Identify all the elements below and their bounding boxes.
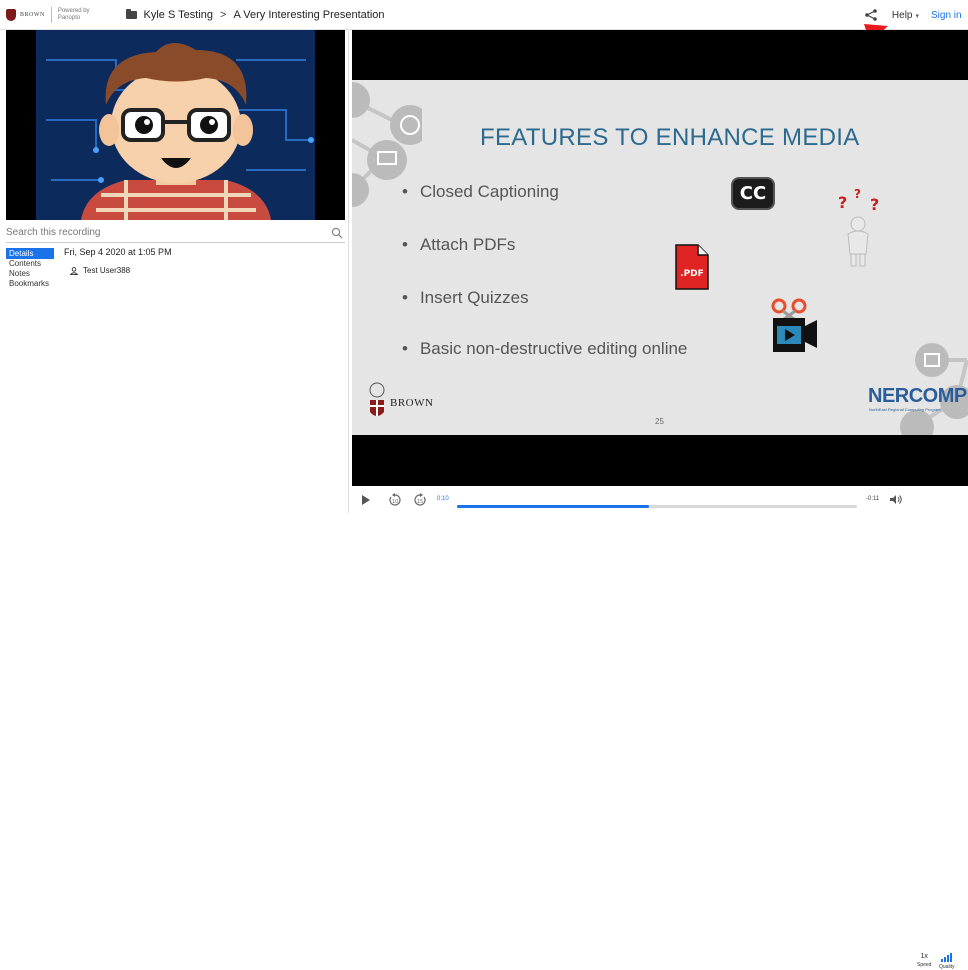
share-icon[interactable]: [864, 8, 878, 22]
powered-by-panopto[interactable]: Powered by Panopto: [58, 8, 90, 22]
play-icon[interactable]: [361, 494, 371, 506]
speed-control[interactable]: 1x Speed: [917, 953, 931, 969]
speed-label: Speed: [917, 962, 932, 968]
quality-control[interactable]: Quality: [939, 953, 955, 970]
slide-page-number: 25: [655, 417, 664, 426]
search-bar: [6, 223, 345, 243]
left-panel: Details Contents Notes Bookmarks Fri, Se…: [0, 30, 349, 513]
closed-caption-icon: CC: [731, 177, 775, 210]
breadcrumb: Kyle S Testing > A Very Interesting Pres…: [125, 8, 385, 21]
question-figure-icon: ? ? ?: [838, 187, 879, 267]
rewind-label: 10: [392, 499, 398, 505]
video-editing-icon: [771, 298, 817, 352]
volume-icon[interactable]: [889, 494, 903, 505]
nercomp-logo: NERCOMP: [868, 385, 967, 407]
webcam-video[interactable]: [6, 30, 345, 220]
slide-video[interactable]: FEATURES TO ENHANCE MEDIA Closed Caption…: [352, 30, 968, 486]
quality-label: Quality: [939, 964, 955, 970]
slide-bullet: Basic non-destructive editing online: [402, 339, 687, 359]
signal-bars-icon: [940, 953, 952, 962]
brown-slide-wordmark: BROWN: [390, 397, 434, 409]
powered-by-label: Powered by: [57, 7, 90, 14]
presentation-player: FEATURES TO ENHANCE MEDIA Closed Caption…: [352, 30, 968, 970]
brown-logo[interactable]: BROWN Powered by Panopto: [6, 6, 90, 23]
network-decoration-right: [900, 343, 968, 435]
svg-text:?: ?: [870, 195, 879, 214]
search-icon[interactable]: [331, 227, 343, 239]
slide: FEATURES TO ENHANCE MEDIA Closed Caption…: [352, 80, 968, 435]
current-time: 0:10: [437, 496, 449, 502]
sidebar-tabs: Details Contents Notes Bookmarks: [6, 248, 54, 289]
pdf-icon: .PDF: [675, 244, 709, 290]
page-title: A Very Interesting Presentation: [233, 8, 385, 21]
user-icon: [70, 266, 78, 275]
rewind-10-icon[interactable]: 10: [388, 493, 402, 507]
network-decoration: [352, 82, 422, 207]
recording-owner: Test User388: [70, 266, 172, 275]
sign-in-link[interactable]: Sign in: [931, 10, 968, 21]
remaining-time: -0:11: [866, 496, 880, 502]
help-menu[interactable]: Help ▾: [892, 10, 919, 21]
brown-slide-logo: BROWN: [368, 382, 433, 424]
slide-bullet: Attach PDFs: [402, 235, 515, 255]
svg-text:?: ?: [854, 187, 861, 201]
folder-icon: [125, 8, 137, 19]
pdf-label: .PDF: [680, 269, 704, 279]
tab-details[interactable]: Details: [6, 248, 54, 259]
brand-divider: [50, 6, 52, 23]
slide-bullet: Closed Captioning: [402, 182, 559, 202]
nercomp-subtitle: NorthEast Regional Computing Program: [869, 407, 941, 412]
help-label: Help: [891, 9, 913, 21]
recording-date: Fri, Sep 4 2020 at 1:05 PM: [64, 247, 172, 257]
tab-contents[interactable]: Contents: [6, 259, 54, 269]
slide-title: FEATURES TO ENHANCE MEDIA: [480, 124, 860, 151]
brown-shield-icon: [6, 8, 16, 21]
progress-fill: [457, 505, 649, 508]
details-panel: Fri, Sep 4 2020 at 1:05 PM Test User388: [64, 247, 172, 275]
speed-value: 1x: [920, 953, 928, 960]
tab-bookmarks[interactable]: Bookmarks: [6, 279, 54, 289]
search-input[interactable]: [6, 227, 331, 238]
brand-name: BROWN: [20, 11, 45, 18]
playback-controls: 10 15 0:10 -0:11 1x Speed Quality: [352, 486, 968, 970]
owner-name: Test User388: [83, 266, 131, 275]
forward-15-icon[interactable]: 15: [413, 493, 427, 507]
forward-label: 15: [417, 499, 423, 505]
chevron-down-icon: ▾: [915, 12, 919, 20]
progress-bar[interactable]: [457, 505, 857, 508]
slide-bullet: Insert Quizzes: [402, 288, 529, 308]
svg-text:?: ?: [838, 193, 847, 212]
avatar-cartoon: [36, 30, 315, 220]
brown-shield-icon: [369, 382, 385, 416]
breadcrumb-folder[interactable]: Kyle S Testing: [144, 9, 214, 21]
tab-notes[interactable]: Notes: [6, 269, 54, 279]
powered-by-name: Panopto: [57, 14, 81, 21]
breadcrumb-separator: >: [220, 8, 227, 21]
